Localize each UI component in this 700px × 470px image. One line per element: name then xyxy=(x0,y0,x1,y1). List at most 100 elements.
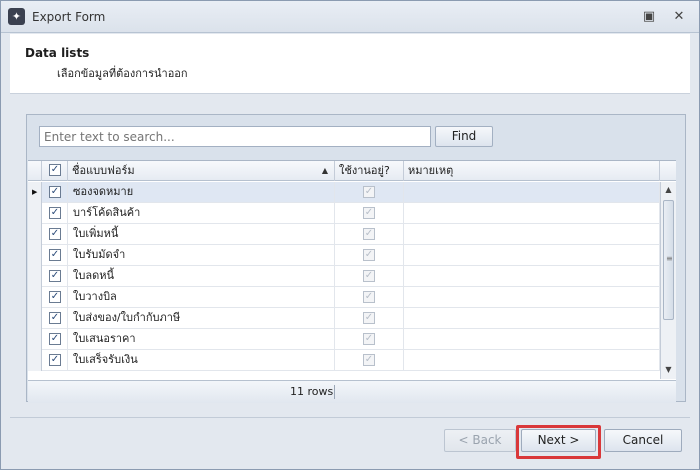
table-row[interactable]: ✓ ใบเพิ่มหนี้ ✓ xyxy=(28,224,660,245)
export-form-window: ✦ Export Form ▣ ✕ Data lists เลือกข้อมูล… xyxy=(0,0,700,470)
note-cell[interactable] xyxy=(404,266,660,287)
column-note[interactable]: หมายเหตุ xyxy=(404,161,660,181)
form-name-cell[interactable]: ใบส่งของ/ใบกำกับภาษี xyxy=(68,308,335,329)
row-checkbox[interactable]: ✓ xyxy=(49,249,61,261)
note-cell[interactable] xyxy=(404,245,660,266)
form-name-cell[interactable]: ใบเสนอราคา xyxy=(68,329,335,350)
row-indicator xyxy=(28,308,42,329)
select-all-header[interactable]: ✓ xyxy=(42,161,68,181)
scroll-down-icon[interactable]: ▼ xyxy=(661,362,676,378)
row-indicator xyxy=(28,287,42,308)
table-row[interactable]: ✓ ใบเสร็จรับเงิน ✓ xyxy=(28,350,660,371)
row-select-cell[interactable]: ✓ xyxy=(42,203,68,224)
active-cell: ✓ xyxy=(335,245,404,266)
form-name-cell[interactable]: ซองจดหมาย xyxy=(68,182,335,203)
active-cell: ✓ xyxy=(335,287,404,308)
sort-ascending-icon: ▲ xyxy=(321,166,328,175)
note-cell[interactable] xyxy=(404,203,660,224)
row-checkbox[interactable]: ✓ xyxy=(49,333,61,345)
active-checkbox: ✓ xyxy=(363,186,375,198)
column-active[interactable]: ใช้งานอยู่? xyxy=(335,161,404,181)
grid-footer: 11 rows xyxy=(28,380,676,403)
table-row[interactable]: ✓ ใบส่งของ/ใบกำกับภาษี ✓ xyxy=(28,308,660,329)
row-indicator xyxy=(28,329,42,350)
restore-icon[interactable]: ▣ xyxy=(641,9,657,25)
note-cell[interactable] xyxy=(404,308,660,329)
data-list-panel: Find ✓ ชื่อแบบฟอร์ม ▲ ใช้งานอยู่? ห xyxy=(26,114,686,403)
note-cell[interactable] xyxy=(404,350,660,371)
table-row[interactable]: ✓ ใบรับมัดจำ ✓ xyxy=(28,245,660,266)
find-button[interactable]: Find xyxy=(435,126,493,147)
row-indicator xyxy=(28,203,42,224)
row-checkbox[interactable]: ✓ xyxy=(49,291,61,303)
row-select-cell[interactable]: ✓ xyxy=(42,350,68,371)
row-select-cell[interactable]: ✓ xyxy=(42,266,68,287)
table-row[interactable]: ▶ ✓ ซองจดหมาย ✓ xyxy=(28,182,660,203)
row-select-cell[interactable]: ✓ xyxy=(42,182,68,203)
active-checkbox: ✓ xyxy=(363,312,375,324)
row-checkbox[interactable]: ✓ xyxy=(49,228,61,240)
active-checkbox: ✓ xyxy=(363,228,375,240)
note-cell[interactable] xyxy=(404,287,660,308)
back-button[interactable]: < Back xyxy=(444,429,516,452)
form-name-cell[interactable]: ใบเพิ่มหนี้ xyxy=(68,224,335,245)
cancel-button[interactable]: Cancel xyxy=(604,429,682,452)
table-row[interactable]: ✓ ใบลดหนี้ ✓ xyxy=(28,266,660,287)
button-bar-separator xyxy=(10,417,690,418)
row-checkbox[interactable]: ✓ xyxy=(49,207,61,219)
row-checkbox[interactable]: ✓ xyxy=(49,270,61,282)
form-name-cell[interactable]: ใบลดหนี้ xyxy=(68,266,335,287)
row-select-cell[interactable]: ✓ xyxy=(42,329,68,350)
row-indicator: ▶ xyxy=(28,182,42,203)
forms-grid: ✓ ชื่อแบบฟอร์ม ▲ ใช้งานอยู่? หมายเหตุ ▶ … xyxy=(28,160,676,403)
row-pointer-icon: ▶ xyxy=(32,188,38,196)
row-select-cell[interactable]: ✓ xyxy=(42,224,68,245)
close-icon[interactable]: ✕ xyxy=(671,9,687,25)
row-indicator-header xyxy=(28,161,42,181)
column-active-label: ใช้งานอยู่? xyxy=(339,164,390,177)
active-checkbox: ✓ xyxy=(363,333,375,345)
row-select-cell[interactable]: ✓ xyxy=(42,245,68,266)
window-title: Export Form xyxy=(32,10,106,24)
active-checkbox: ✓ xyxy=(363,291,375,303)
active-checkbox: ✓ xyxy=(363,354,375,366)
row-indicator xyxy=(28,224,42,245)
note-cell[interactable] xyxy=(404,224,660,245)
note-cell[interactable] xyxy=(404,329,660,350)
active-cell: ✓ xyxy=(335,182,404,203)
scroll-thumb[interactable]: ≡ xyxy=(663,200,674,320)
column-form-name[interactable]: ชื่อแบบฟอร์ม ▲ xyxy=(68,161,335,181)
page-title: Data lists xyxy=(25,46,90,60)
row-select-cell[interactable]: ✓ xyxy=(42,287,68,308)
wizard-body: Find ✓ ชื่อแบบฟอร์ม ▲ ใช้งานอยู่? ห xyxy=(10,95,690,417)
grid-header: ✓ ชื่อแบบฟอร์ม ▲ ใช้งานอยู่? หมายเหตุ xyxy=(28,161,676,181)
scroll-up-icon[interactable]: ▲ xyxy=(661,182,676,198)
table-row[interactable]: ✓ ใบวางบิล ✓ xyxy=(28,287,660,308)
active-cell: ✓ xyxy=(335,308,404,329)
vertical-scrollbar[interactable]: ▲ ≡ ▼ xyxy=(660,182,676,379)
row-indicator xyxy=(28,266,42,287)
active-checkbox: ✓ xyxy=(363,207,375,219)
row-checkbox[interactable]: ✓ xyxy=(49,186,61,198)
note-cell[interactable] xyxy=(404,182,660,203)
title-bar: ✦ Export Form ▣ ✕ xyxy=(1,1,699,33)
row-checkbox[interactable]: ✓ xyxy=(49,354,61,366)
column-form-name-label: ชื่อแบบฟอร์ม xyxy=(72,164,135,177)
form-name-cell[interactable]: ใบรับมัดจำ xyxy=(68,245,335,266)
form-name-cell[interactable]: ใบเสร็จรับเงิน xyxy=(68,350,335,371)
row-count: 11 rows xyxy=(290,385,334,398)
row-select-cell[interactable]: ✓ xyxy=(42,308,68,329)
row-checkbox[interactable]: ✓ xyxy=(49,312,61,324)
next-button-highlight xyxy=(516,425,601,459)
form-name-cell[interactable]: บาร์โค้ดสินค้า xyxy=(68,203,335,224)
table-row[interactable]: ✓ บาร์โค้ดสินค้า ✓ xyxy=(28,203,660,224)
active-cell: ✓ xyxy=(335,224,404,245)
table-row[interactable]: ✓ ใบเสนอราคา ✓ xyxy=(28,329,660,350)
page-subtitle: เลือกข้อมูลที่ต้องการนำออก xyxy=(57,67,188,80)
search-input[interactable] xyxy=(39,126,431,147)
active-checkbox: ✓ xyxy=(363,249,375,261)
active-cell: ✓ xyxy=(335,329,404,350)
select-all-checkbox[interactable]: ✓ xyxy=(49,164,61,176)
active-cell: ✓ xyxy=(335,350,404,371)
form-name-cell[interactable]: ใบวางบิล xyxy=(68,287,335,308)
